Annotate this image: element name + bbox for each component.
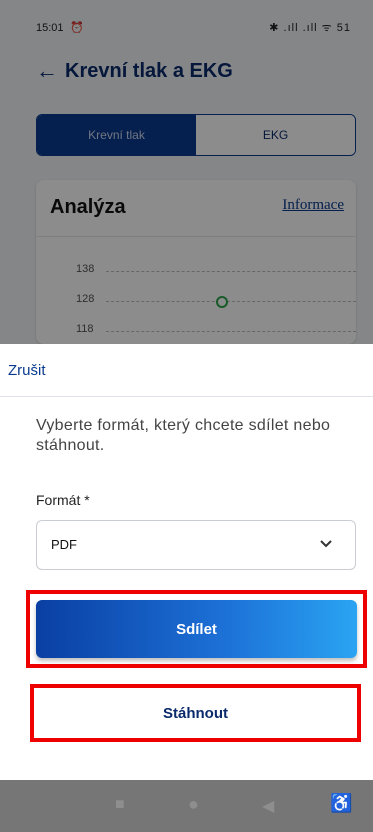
back-triangle-icon[interactable]: ◀	[262, 796, 274, 816]
accessibility-icon[interactable]: ♿	[330, 793, 352, 814]
download-highlight: Stáhnout	[30, 684, 361, 742]
share-highlight: Sdílet	[26, 590, 367, 668]
bottom-sheet: Zrušit Vyberte formát, který chcete sdíl…	[0, 344, 373, 780]
background-screen: 15:01 ⏰ ✱ .ıll .ıll ᯤ 51 ← Krevní tlak a…	[0, 0, 373, 344]
recent-apps-icon[interactable]: ■	[115, 796, 125, 814]
home-icon[interactable]: ●	[188, 794, 199, 815]
format-select[interactable]: PDF	[36, 520, 356, 570]
modal-overlay[interactable]	[0, 0, 373, 344]
instruction-text: Vyberte formát, který chcete sdílet nebo…	[36, 417, 331, 454]
format-label: Formát *	[36, 492, 90, 508]
sheet-divider	[0, 396, 373, 397]
share-button[interactable]: Sdílet	[36, 600, 357, 658]
cancel-button[interactable]: Zrušit	[8, 362, 46, 379]
chevron-down-icon	[320, 540, 332, 548]
system-nav-bar: ■ ● ◀ ♿	[0, 780, 373, 832]
download-button[interactable]: Stáhnout	[38, 691, 353, 735]
format-select-value: PDF	[51, 537, 77, 552]
